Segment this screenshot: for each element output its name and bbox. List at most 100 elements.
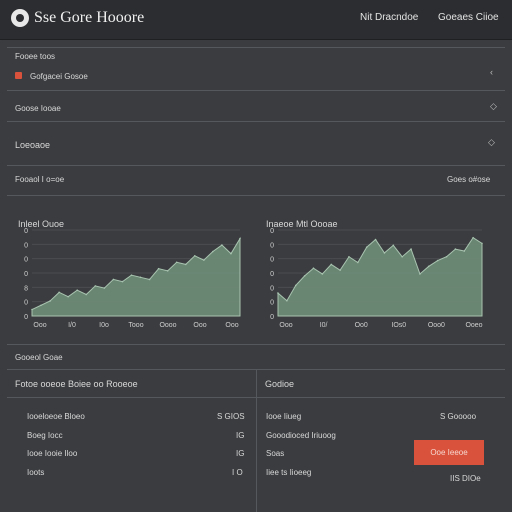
data-point: [67, 295, 69, 298]
y-tick-label: 0: [24, 314, 28, 321]
data-point: [481, 242, 483, 245]
data-point: [419, 273, 421, 275]
data-point: [374, 238, 377, 241]
details-left-title: Fotoe ooeoe Boiee oo Rooeoe: [15, 379, 138, 389]
data-point: [49, 300, 51, 302]
x-tick-label: Ooo: [279, 322, 292, 329]
data-point: [339, 269, 341, 271]
data-point: [365, 246, 368, 248]
y-tick-label: 0: [24, 228, 28, 235]
left-row-value-2: IG: [236, 431, 245, 440]
column-divider: [256, 369, 257, 512]
data-point: [401, 255, 403, 258]
action-button[interactable]: Ooe Ieeoe: [414, 440, 484, 465]
sidebar-item-label-1[interactable]: Gofgacei Gosoe: [30, 72, 88, 81]
status-dot-icon: [15, 72, 22, 79]
section-title: Loeoaoe: [15, 140, 51, 150]
y-tick-label: 0: [270, 228, 274, 235]
nav-link-1[interactable]: Nit Dracndoe: [360, 12, 418, 23]
right-row-label-4: Iiee ts Iioeeg: [266, 468, 312, 477]
data-point: [193, 255, 196, 257]
right-row-label-1: Iooe Iiueg: [266, 412, 302, 421]
area-series-1: [31, 236, 241, 317]
x-tick-label: Ooeo: [465, 322, 482, 329]
y-tick-label: 0: [270, 257, 274, 264]
app-logo-icon[interactable]: [11, 9, 29, 27]
data-point: [294, 284, 297, 287]
data-point: [184, 263, 187, 266]
nav-link-2[interactable]: Goeaes Ciioe: [438, 12, 499, 23]
data-point: [103, 287, 106, 289]
left-row-label-3: Iooe Iooie Iloo: [27, 449, 78, 458]
data-point: [445, 255, 448, 258]
x-tick-label: Tooo: [128, 322, 143, 329]
data-point: [410, 248, 412, 250]
sidebar-item-label-2[interactable]: Goose Iooae: [15, 104, 61, 113]
y-tick-label: 0: [270, 300, 274, 307]
data-point: [348, 255, 350, 258]
data-point: [148, 278, 151, 281]
row-divider-2: [7, 121, 505, 122]
y-tick-label: 0: [24, 271, 28, 278]
chart-2: 0 0 0 0 0 0 0 Ooo I0/Oo0 IOs0 Ooo0 Ooeo: [270, 228, 483, 329]
right-row-value-1: S Gooooo: [440, 412, 477, 421]
data-point: [112, 278, 115, 281]
area-series-2: [277, 236, 483, 317]
data-point: [357, 261, 359, 264]
x-tick-label: IOs0: [391, 322, 406, 329]
right-row-value-4: IIS DIOe: [450, 474, 481, 483]
x-tick-label: Ooo: [33, 322, 46, 329]
right-row-label-3: Soas: [266, 449, 285, 458]
row-divider-1: [7, 90, 505, 91]
data-point: [239, 237, 241, 240]
chevron-icon-2[interactable]: ◇: [490, 101, 497, 112]
top-bar: Sse Gore Hooore Nit Dracndoe Goeaes Ciio…: [0, 0, 512, 40]
y-tick-label: 0: [270, 314, 274, 321]
data-point: [175, 261, 178, 264]
data-point: [303, 275, 306, 277]
row-divider-3: [7, 165, 505, 166]
left-row-label-2: Boeg Iocc: [27, 431, 63, 440]
data-point: [221, 244, 223, 246]
data-point: [472, 236, 474, 239]
data-point: [463, 250, 466, 252]
chevron-icon-3[interactable]: ◇: [488, 137, 495, 148]
y-tick-label: 0: [24, 242, 28, 249]
data-point: [203, 259, 205, 261]
data-point: [312, 267, 315, 270]
y-tick-label: 0: [270, 285, 274, 292]
data-point: [383, 252, 386, 254]
x-tick-label: Ooo: [225, 322, 238, 329]
right-row-label-2: Gooodioced Iriuoog: [266, 431, 336, 440]
left-row-label-4: Ioots: [27, 468, 45, 477]
y-tick-label: 0: [24, 300, 28, 307]
sidebar-title: Fooee toos: [15, 52, 56, 61]
y-tick-label: 8: [24, 285, 28, 292]
row-divider-4: [7, 195, 505, 196]
x-tick-label: Ooo0: [428, 322, 445, 329]
data-point: [85, 293, 88, 296]
data-point: [230, 252, 232, 255]
data-point: [40, 304, 42, 307]
x-tick-label: Oo0: [355, 322, 368, 329]
data-point: [392, 244, 395, 247]
app-title: Sse Gore Hooore: [34, 9, 145, 26]
chevron-icon-1[interactable]: ‹: [490, 67, 493, 77]
y-tick-label: 0: [24, 257, 28, 264]
data-point: [157, 267, 160, 270]
data-point: [58, 291, 60, 294]
data-point: [94, 285, 97, 287]
data-point: [427, 265, 430, 268]
x-tick-label: I0o: [99, 322, 109, 329]
data-point: [76, 289, 79, 291]
y-tick-label: 0: [270, 242, 274, 249]
overview-right-label[interactable]: Goes o#ose: [447, 175, 490, 184]
left-row-label-1: Iooeloeoe Bloeo: [27, 412, 85, 421]
left-row-value-4: I O: [232, 468, 243, 477]
details-right-title: Godioe: [265, 379, 295, 389]
data-point: [330, 263, 333, 266]
data-point: [212, 250, 214, 253]
details-section-label: Gooeol Goae: [15, 353, 63, 362]
data-point: [31, 308, 33, 311]
data-point: [436, 259, 439, 262]
